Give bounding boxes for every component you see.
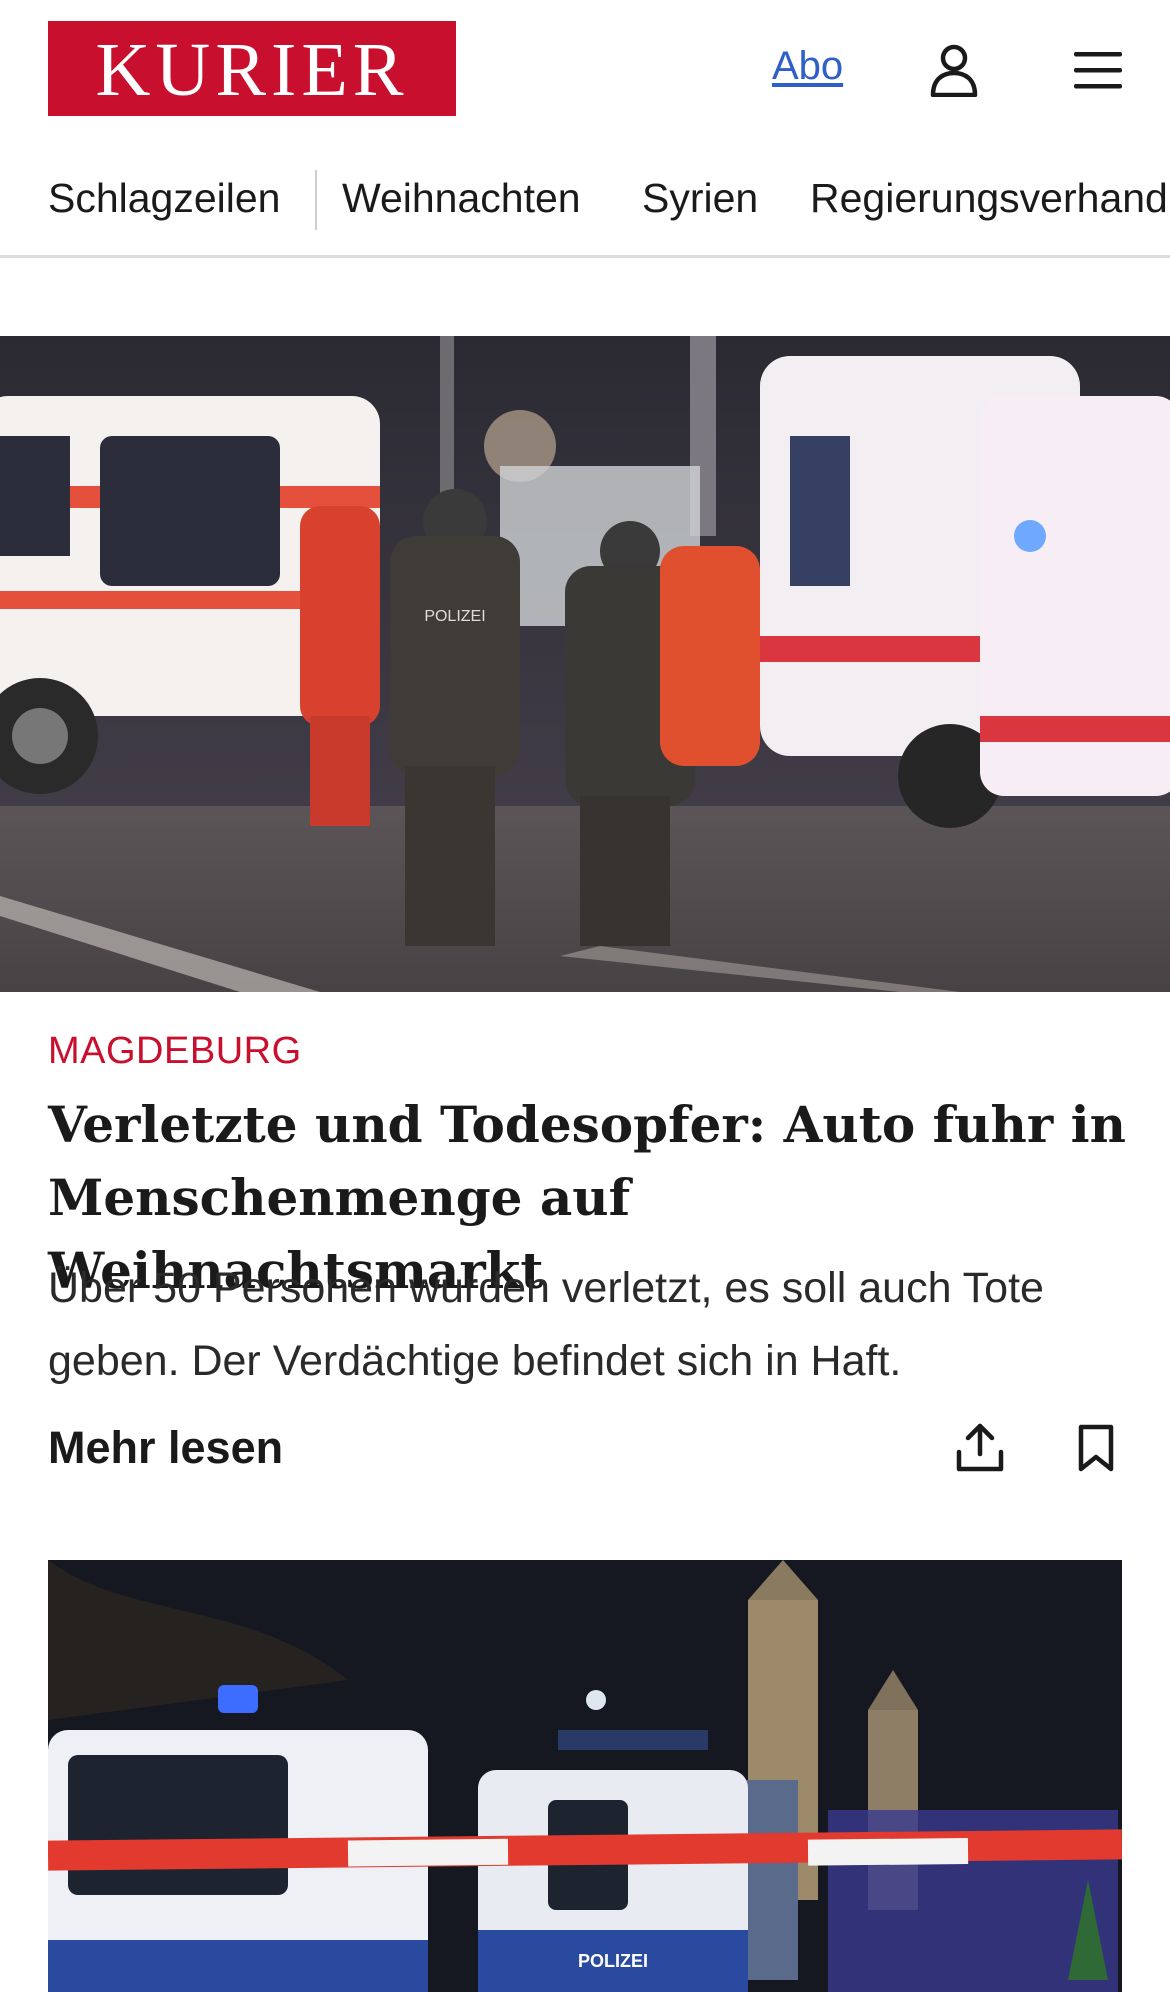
- second-article-image[interactable]: POLIZEI: [48, 1560, 1122, 1992]
- article-hero-image[interactable]: POLIZEI: [0, 336, 1170, 992]
- kurier-logo[interactable]: KURIER: [48, 21, 456, 116]
- read-more-link[interactable]: Mehr lesen: [48, 1422, 283, 1474]
- site-header: KURIER Abo: [0, 0, 1170, 140]
- nav-item-schlagzeilen[interactable]: Schlagzeilen: [48, 178, 281, 219]
- nav-item-regierungsverhandlungen[interactable]: Regierungsverhandlungen: [810, 178, 1170, 219]
- bookmark-icon[interactable]: [1066, 1418, 1126, 1478]
- abo-link[interactable]: Abo: [772, 44, 843, 89]
- hamburger-menu-icon[interactable]: [1066, 40, 1130, 100]
- second-image-polizei-label: POLIZEI: [578, 1951, 648, 1971]
- article-kicker[interactable]: MAGDEBURG: [48, 1030, 302, 1073]
- nav-item-syrien[interactable]: Syrien: [642, 178, 758, 219]
- nav-divider: [315, 170, 317, 230]
- nav-item-weihnachten[interactable]: Weihnachten: [342, 178, 581, 219]
- article-teaser: Über 50 Personen wurden verletzt, es sol…: [48, 1264, 1044, 1385]
- user-icon[interactable]: [924, 40, 984, 100]
- share-icon[interactable]: [950, 1418, 1010, 1478]
- topic-nav: Schlagzeilen Weihnachten Syrien Regierun…: [0, 140, 1170, 258]
- hero-image-polizei-label: POLIZEI: [424, 608, 485, 625]
